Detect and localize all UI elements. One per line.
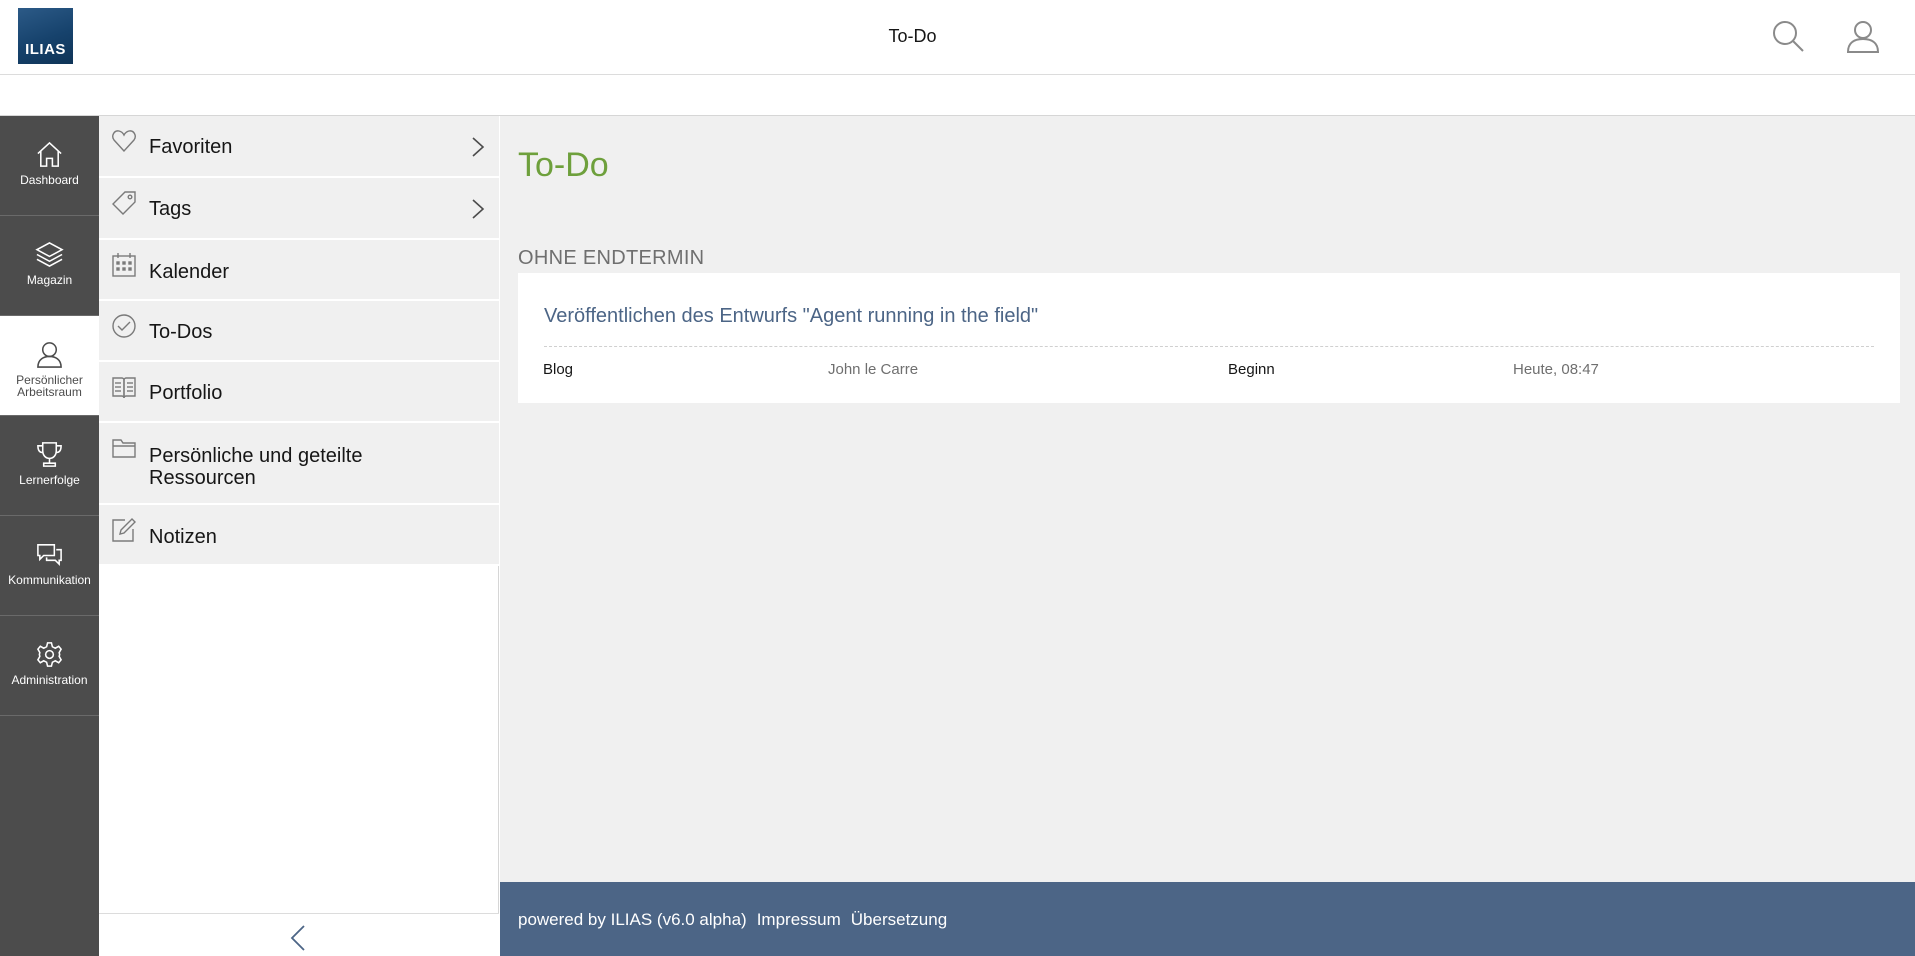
slate-panel: Favoriten Tags Kalender To-Dos Portfolio… bbox=[99, 116, 499, 956]
slate-item-label: Tags bbox=[149, 198, 192, 220]
divider bbox=[544, 346, 1874, 347]
book-icon bbox=[112, 377, 136, 399]
slate-item-favoriten[interactable]: Favoriten bbox=[99, 116, 499, 178]
mainbar-item-dashboard[interactable]: Dashboard bbox=[0, 116, 99, 216]
mainbar-label: Magazin bbox=[26, 273, 73, 287]
todo-item-title-link[interactable]: Veröffentlichen des Entwurfs "Agent runn… bbox=[544, 305, 1038, 328]
chevron-right-icon bbox=[472, 137, 485, 157]
slate-item-label: Persönliche und geteilte Ressourcen bbox=[149, 445, 363, 489]
heart-icon bbox=[112, 130, 136, 153]
user-icon bbox=[37, 342, 62, 368]
mainbar: Dashboard Magazin Persönlicher Arbeitsra… bbox=[0, 116, 99, 956]
mainbar-item-personal-workspace[interactable]: Persönlicher Arbeitsraum bbox=[0, 316, 99, 416]
mainbar-label: Persönlicher Arbeitsraum bbox=[16, 373, 83, 399]
check-circle-icon bbox=[112, 314, 136, 338]
slate-item-label: Portfolio bbox=[149, 382, 223, 404]
home-icon bbox=[37, 141, 62, 167]
todo-item-card: Veröffentlichen des Entwurfs "Agent runn… bbox=[518, 273, 1900, 403]
section-title: OHNE ENDTERMIN bbox=[518, 247, 705, 269]
page-header-title: To-Do bbox=[888, 26, 937, 46]
search-icon[interactable] bbox=[1770, 18, 1806, 54]
todo-item-author: John le Carre bbox=[828, 361, 919, 378]
mainbar-item-lernerfolge[interactable]: Lernerfolge bbox=[0, 416, 99, 516]
slate-item-kalender[interactable]: Kalender bbox=[99, 240, 499, 301]
todo-item-start-value: Heute, 08:47 bbox=[1513, 361, 1599, 378]
locator-bar bbox=[0, 76, 1915, 116]
edit-icon bbox=[112, 518, 136, 542]
main-content: To-Do OHNE ENDTERMIN Veröffentlichen des… bbox=[500, 116, 1915, 882]
mainbar-item-kommunikation[interactable]: Kommunikation bbox=[0, 516, 99, 616]
slate-item-label: Notizen bbox=[149, 526, 217, 548]
slate-collapse-button[interactable] bbox=[99, 913, 499, 956]
folder-icon bbox=[112, 439, 136, 458]
slate-item-todos[interactable]: To-Dos bbox=[99, 301, 499, 362]
slate-item-tags[interactable]: Tags bbox=[99, 178, 499, 240]
todo-item-type: Blog bbox=[543, 361, 574, 378]
footer: powered by ILIAS (v6.0 alpha) Impressum … bbox=[500, 882, 1915, 956]
slate-item-label: Kalender bbox=[149, 261, 230, 283]
chat-bubbles-icon bbox=[37, 544, 62, 567]
calendar-icon bbox=[112, 253, 136, 277]
page-title: To-Do bbox=[518, 146, 609, 184]
slate-item-label: To-Dos bbox=[149, 321, 213, 343]
user-icon[interactable] bbox=[1845, 18, 1881, 54]
mainbar-item-administration[interactable]: Administration bbox=[0, 616, 99, 716]
header: ILIAS To-Do bbox=[0, 0, 1915, 75]
slate-item-label: Favoriten bbox=[149, 136, 233, 158]
mainbar-label: Kommunikation bbox=[8, 573, 91, 587]
mainbar-label: Dashboard bbox=[20, 173, 79, 187]
mainbar-label: Lernerfolge bbox=[19, 473, 80, 487]
mainbar-label: Administration bbox=[11, 673, 88, 687]
chevron-left-icon bbox=[290, 925, 305, 951]
gear-icon bbox=[36, 642, 63, 667]
footer-translation-link[interactable]: Übersetzung bbox=[851, 910, 947, 930]
trophy-icon bbox=[37, 442, 62, 467]
slate-item-notizen[interactable]: Notizen bbox=[99, 505, 499, 566]
layers-icon bbox=[35, 242, 64, 267]
tag-icon bbox=[112, 191, 136, 215]
slate-item-portfolio[interactable]: Portfolio bbox=[99, 362, 499, 423]
footer-impressum-link[interactable]: Impressum bbox=[757, 910, 841, 930]
mainbar-item-magazin[interactable]: Magazin bbox=[0, 216, 99, 316]
footer-powered-by-link[interactable]: powered by ILIAS (v6.0 alpha) bbox=[518, 910, 747, 930]
slate-item-resources[interactable]: Persönliche und geteilte Ressourcen bbox=[99, 423, 499, 505]
todo-item-start-label: Beginn bbox=[1228, 361, 1275, 378]
chevron-right-icon bbox=[472, 199, 485, 219]
